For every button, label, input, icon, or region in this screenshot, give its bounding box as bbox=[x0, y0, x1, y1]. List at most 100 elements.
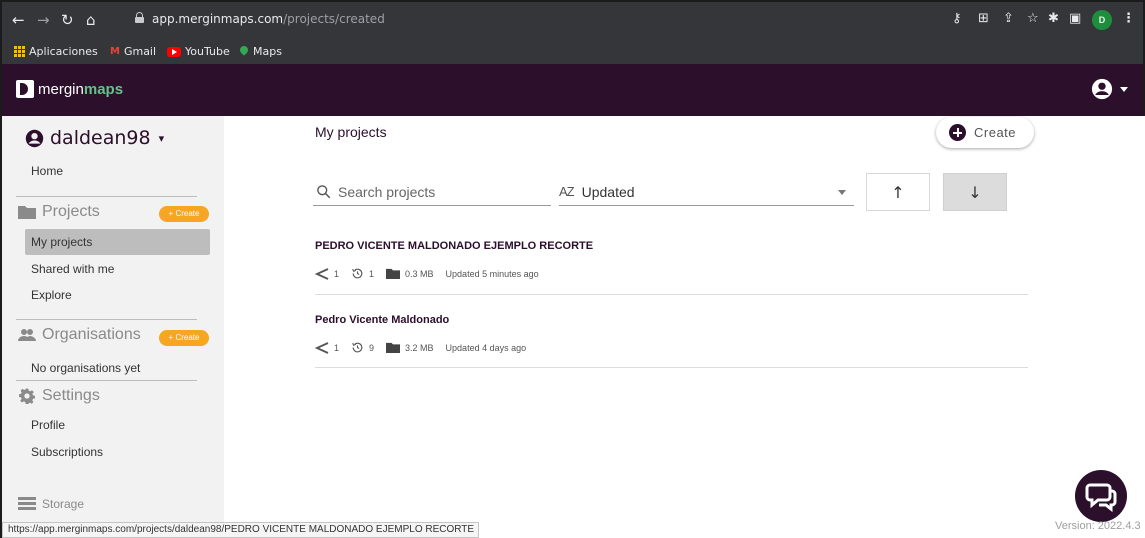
bookmark-label: YouTube bbox=[185, 45, 230, 58]
project-meta: 1 9 3.2 MB Updated 4 days ago bbox=[315, 341, 1028, 354]
logo-text: merginmaps bbox=[38, 80, 124, 98]
folder-icon bbox=[386, 342, 401, 353]
address-bar[interactable]: app.merginmaps.com/projects/created bbox=[152, 11, 385, 27]
search-input[interactable] bbox=[338, 183, 538, 200]
folder-icon bbox=[386, 268, 401, 279]
sidebar-item-profile[interactable]: Profile bbox=[31, 418, 65, 432]
sidebar-heading-organisations: Organisations bbox=[18, 326, 141, 344]
sort-ascending-button[interactable]: ↑ bbox=[866, 173, 930, 211]
sidebar-item-subscriptions[interactable]: Subscriptions bbox=[31, 445, 103, 459]
sidebar-item-home[interactable]: Home bbox=[31, 164, 63, 178]
sort-descending-button[interactable]: ↓ bbox=[943, 173, 1007, 211]
bookmark-label: Maps bbox=[253, 45, 282, 58]
apps-grid-icon bbox=[14, 46, 25, 57]
star-icon[interactable]: ☆ bbox=[1027, 11, 1039, 26]
create-project-pill-button[interactable]: + Create bbox=[159, 206, 209, 222]
folder-icon bbox=[18, 206, 36, 219]
project-meta: 1 1 0.3 MB Updated 5 minutes ago bbox=[315, 267, 1028, 280]
people-icon bbox=[18, 329, 36, 341]
key-icon[interactable]: ⚷ bbox=[952, 11, 962, 26]
search-field bbox=[313, 178, 551, 206]
user-menu[interactable]: daldean98 ▾ bbox=[25, 127, 164, 149]
app-version: Version: 2022.4.3 bbox=[1055, 520, 1141, 532]
sidebar-divider bbox=[16, 196, 197, 197]
sidepanel-icon[interactable]: ▣ bbox=[1069, 11, 1081, 26]
forward-icon[interactable]: → bbox=[37, 11, 50, 29]
share-icon bbox=[315, 267, 329, 280]
no-organisations-text: No organisations yet bbox=[31, 361, 141, 375]
add-circle-icon bbox=[949, 124, 966, 141]
reload-icon[interactable]: ↻ bbox=[61, 11, 74, 29]
bookmark-label: Aplicaciones bbox=[29, 45, 98, 58]
project-shares: 1 bbox=[334, 342, 340, 353]
project-versions: 9 bbox=[369, 342, 375, 353]
browser-profile-avatar[interactable]: D bbox=[1092, 10, 1112, 30]
sort-alpha-icon: AZ bbox=[559, 184, 575, 199]
bookmark-apps[interactable]: Aplicaciones bbox=[14, 45, 98, 58]
project-divider bbox=[315, 367, 1028, 368]
project-shares: 1 bbox=[334, 268, 340, 279]
extensions-icon[interactable]: ✱ bbox=[1048, 11, 1059, 26]
storage-icon bbox=[18, 497, 36, 510]
user-avatar-icon bbox=[25, 129, 44, 147]
share-icon bbox=[315, 341, 329, 354]
support-chat-button[interactable] bbox=[1075, 470, 1127, 522]
sort-dropdown[interactable]: AZ Updated bbox=[559, 178, 854, 206]
chat-bubbles-icon bbox=[1085, 483, 1117, 513]
sidebar-heading-label: Organisations bbox=[42, 326, 141, 343]
project-list-item[interactable]: Pedro Vicente Maldonado 1 9 3.2 MB Updat… bbox=[315, 314, 1028, 354]
sidebar-heading-projects: Projects bbox=[18, 203, 100, 221]
menu-kebab-icon[interactable]: ⋮ bbox=[1122, 11, 1135, 26]
account-circle-icon[interactable] bbox=[1091, 78, 1113, 100]
logo-mark-icon bbox=[16, 80, 34, 98]
link-hover-status-bar: https://app.merginmaps.com/projects/dald… bbox=[2, 522, 480, 538]
history-icon bbox=[352, 342, 363, 353]
project-updated: Updated 4 days ago bbox=[445, 342, 527, 353]
project-updated: Updated 5 minutes ago bbox=[445, 268, 539, 279]
create-button-label: Create bbox=[974, 125, 1017, 140]
project-name[interactable]: PEDRO VICENTE MALDONADO EJEMPLO RECORTE bbox=[315, 240, 1028, 252]
bookmark-youtube[interactable]: YouTube bbox=[167, 45, 230, 58]
project-size: 0.3 MB bbox=[405, 268, 434, 279]
url-path: /projects/created bbox=[283, 12, 385, 26]
history-icon bbox=[352, 268, 363, 279]
share-icon[interactable]: ⇪ bbox=[1003, 11, 1014, 26]
arrow-down-icon: ↓ bbox=[968, 182, 982, 202]
sidebar-item-storage[interactable]: Storage bbox=[18, 497, 84, 511]
arrow-up-icon: ↑ bbox=[891, 182, 905, 202]
project-size: 3.2 MB bbox=[405, 342, 434, 353]
username: daldean98 bbox=[50, 127, 151, 149]
sidebar-item-label: Storage bbox=[42, 497, 85, 511]
translate-icon[interactable]: ⊞ bbox=[978, 11, 989, 26]
bookmark-maps[interactable]: Maps bbox=[239, 45, 282, 58]
maps-icon bbox=[239, 46, 249, 58]
gear-icon bbox=[19, 388, 35, 404]
bookmark-label: Gmail bbox=[123, 45, 157, 58]
sidebar-divider bbox=[16, 319, 197, 320]
chevron-down-icon: ▾ bbox=[158, 131, 165, 145]
project-versions: 1 bbox=[369, 268, 375, 279]
sort-selected-value: Updated bbox=[581, 183, 635, 200]
url-host: app.merginmaps.com bbox=[152, 12, 284, 26]
back-icon[interactable]: ← bbox=[12, 11, 25, 29]
sidebar-divider bbox=[16, 380, 197, 381]
mergin-maps-logo[interactable]: merginmaps bbox=[16, 80, 123, 98]
project-name[interactable]: Pedro Vicente Maldonado bbox=[315, 314, 1028, 326]
sidebar-heading-label: Projects bbox=[42, 203, 100, 220]
sidebar-item-explore[interactable]: Explore bbox=[31, 288, 72, 302]
youtube-icon bbox=[167, 46, 181, 57]
sidebar-heading-label: Settings bbox=[42, 387, 100, 404]
sidebar-item-shared-with-me[interactable]: Shared with me bbox=[31, 262, 114, 276]
create-organisation-pill-button[interactable]: + Create bbox=[159, 330, 209, 346]
account-chevron-down-icon[interactable] bbox=[1120, 87, 1128, 92]
project-list-item[interactable]: PEDRO VICENTE MALDONADO EJEMPLO RECORTE … bbox=[315, 240, 1028, 280]
bookmark-gmail[interactable]: M Gmail bbox=[110, 45, 156, 58]
app-header: merginmaps bbox=[0, 64, 1145, 116]
home-icon[interactable]: ⌂ bbox=[86, 11, 96, 29]
create-project-button[interactable]: Create bbox=[936, 117, 1034, 148]
browser-toolbar: ← → ↻ ⌂ app.merginmaps.com/projects/crea… bbox=[0, 0, 1145, 40]
sidebar-heading-settings: Settings bbox=[18, 387, 100, 405]
sidebar-item-my-projects[interactable]: My projects bbox=[31, 235, 92, 249]
lock-icon[interactable] bbox=[135, 12, 144, 23]
project-divider bbox=[315, 294, 1028, 295]
